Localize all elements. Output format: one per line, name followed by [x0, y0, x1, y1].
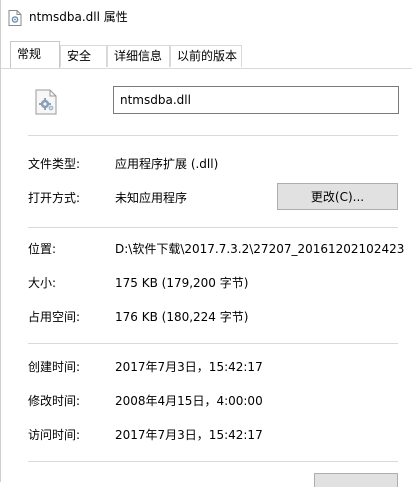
location-value: D:\软件下载\2017.7.3.2\27207_20161202102423: [115, 242, 405, 256]
accessed-value: 2017年7月3日，15:42:17: [115, 428, 263, 442]
tab-security[interactable]: 安全: [60, 45, 107, 67]
tab-strip: 常规 安全 详细信息 以前的版本: [1, 39, 413, 69]
opens-with-value: 未知应用程序: [115, 191, 188, 205]
created-label: 创建时间:: [28, 360, 81, 374]
file-type-label: 文件类型:: [28, 157, 81, 171]
size-on-disk-value: 176 KB (180,224 字节): [115, 310, 249, 324]
modified-label: 修改时间:: [28, 394, 81, 408]
dll-file-icon: [8, 10, 22, 26]
gear-file-icon: [35, 89, 57, 115]
filename-input[interactable]: ntmsdba.dll: [113, 86, 399, 114]
window-title: ntmsdba.dll 属性: [29, 10, 128, 24]
created-value: 2017年7月3日，15:42:17: [115, 360, 263, 374]
change-button[interactable]: 更改(C)...: [277, 183, 398, 210]
size-value: 175 KB (179,200 字节): [115, 276, 249, 290]
size-on-disk-label: 占用空间:: [28, 310, 81, 324]
separator: [28, 227, 398, 228]
properties-window: ntmsdba.dll 属性 常规 安全 详细信息 以前的版本 ntmsdba.…: [0, 0, 413, 487]
separator: [28, 343, 398, 344]
tab-general[interactable]: 常规: [10, 41, 60, 68]
advanced-button-partial[interactable]: [314, 473, 398, 487]
file-type-value: 应用程序扩展 (.dll): [115, 157, 219, 171]
opens-with-label: 打开方式:: [28, 191, 81, 205]
separator: [28, 461, 398, 462]
accessed-label: 访问时间:: [28, 428, 81, 442]
modified-value: 2008年4月15日，4:00:00: [115, 394, 263, 408]
separator: [28, 135, 398, 136]
size-label: 大小:: [28, 276, 57, 290]
general-panel: ntmsdba.dll 文件类型: 应用程序扩展 (.dll) 打开方式: 未知…: [1, 69, 413, 487]
tab-details[interactable]: 详细信息: [107, 45, 170, 67]
title-bar: ntmsdba.dll 属性: [1, 0, 413, 34]
tab-previous-versions[interactable]: 以前的版本: [170, 45, 242, 67]
location-label: 位置:: [28, 242, 57, 256]
